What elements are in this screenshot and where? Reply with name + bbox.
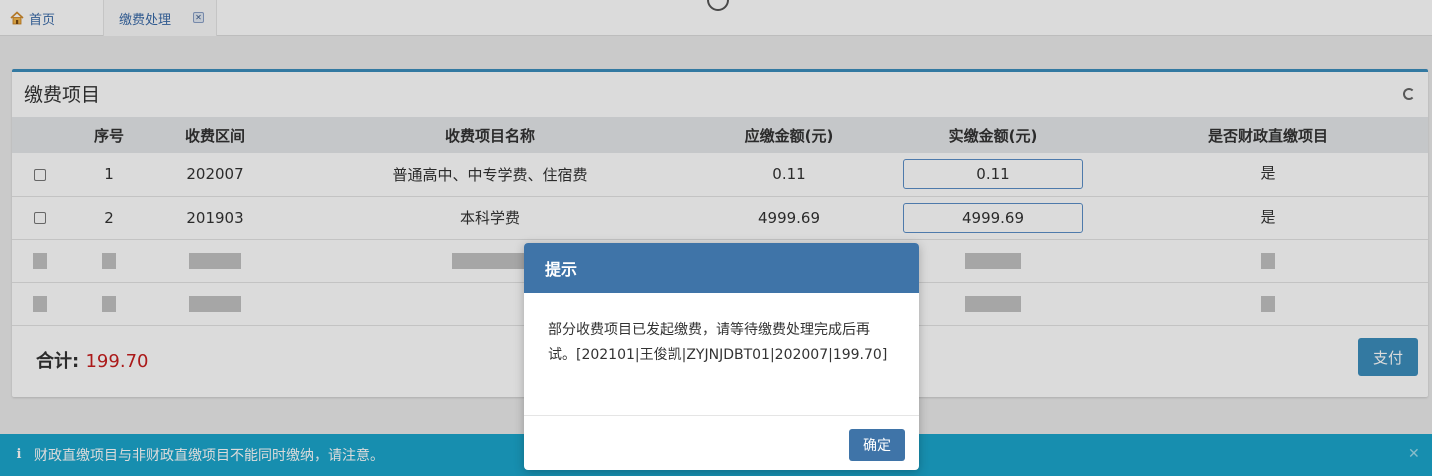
dialog-body: 部分收费项目已发起缴费，请等待缴费处理完成后再试。[202101|王俊凯|ZYJ… (524, 293, 919, 416)
dialog-header: 提示 (524, 243, 919, 293)
dialog-title: 提示 (545, 260, 578, 279)
dialog-footer: 确定 (524, 416, 919, 470)
ok-button[interactable]: 确定 (849, 429, 905, 461)
dialog-message: 部分收费项目已发起缴费，请等待缴费处理完成后再试。[202101|王俊凯|ZYJ… (548, 322, 888, 363)
alert-dialog: 提示 部分收费项目已发起缴费，请等待缴费处理完成后再试。[202101|王俊凯|… (524, 243, 919, 470)
